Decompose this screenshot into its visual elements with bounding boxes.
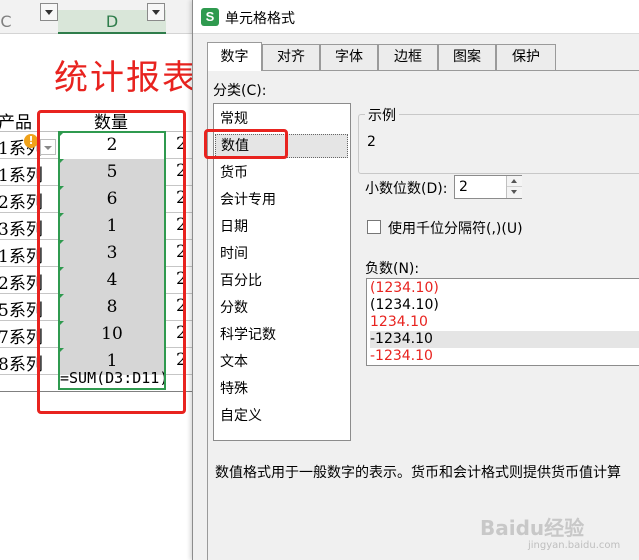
category-item[interactable]: 科学记数 — [220, 324, 276, 344]
tab-pattern[interactable]: 图案 — [438, 44, 496, 71]
wps-sheet-icon: S — [201, 8, 219, 26]
category-item[interactable]: 常规 — [220, 108, 248, 128]
baidu-watermark: Baidu经验 — [480, 516, 585, 540]
sample-value: 2 — [367, 134, 376, 150]
category-item[interactable]: 货币 — [220, 162, 248, 182]
highlight-box-quantity — [37, 110, 186, 414]
category-item[interactable]: 时间 — [220, 243, 248, 263]
decimal-places-label: 小数位数(D): — [365, 181, 448, 197]
column-header-c[interactable]: C — [0, 10, 16, 34]
format-cells-dialog: S 单元格格式 数字 对齐 字体 边框 图案 保护 分类(C): 常规 数值 货币会… — [192, 0, 639, 560]
tab-alignment[interactable]: 对齐 — [262, 44, 320, 71]
tab-number[interactable]: 数字 — [207, 42, 262, 71]
category-item[interactable]: 会计专用 — [220, 189, 276, 209]
sample-group — [358, 114, 639, 174]
format-description: 数值格式用于一般数字的表示。货币和会计格式则提供货币值计算 — [215, 465, 621, 481]
category-item[interactable]: 日期 — [220, 216, 248, 236]
category-label: 分类(C): — [213, 83, 267, 99]
header-product: 产品 — [0, 113, 32, 133]
thousands-separator-label[interactable]: 使用千位分隔符(,)(U) — [388, 218, 523, 238]
negative-format-option[interactable]: (1234.10) — [370, 297, 639, 314]
number-as-text-indicator-icon — [59, 159, 64, 164]
number-as-text-indicator-icon — [59, 294, 64, 299]
filter-dropdown-product[interactable] — [40, 3, 58, 21]
tab-border[interactable]: 边框 — [378, 44, 438, 71]
negative-format-option[interactable]: -1234.10 — [370, 331, 639, 348]
number-as-text-indicator-icon — [59, 348, 64, 353]
negative-numbers-list[interactable]: (1234.10) (1234.10) 1234.10 -1234.10 -1234.1… — [366, 278, 639, 366]
decimal-places-spinner — [506, 176, 522, 198]
baidu-watermark-url: jingyan.baidu.com — [528, 540, 621, 551]
category-item[interactable]: 百分比 — [220, 270, 262, 290]
negative-format-option[interactable]: 1234.10 — [370, 314, 639, 331]
number-as-text-indicator-icon — [59, 321, 64, 326]
spin-up-icon[interactable] — [507, 176, 522, 187]
number-as-text-indicator-icon — [59, 186, 64, 191]
number-as-text-indicator-icon — [59, 240, 64, 245]
thousands-separator-checkbox[interactable] — [367, 220, 381, 234]
negative-numbers-label: 负数(N): — [365, 261, 420, 277]
sample-label: 示例 — [365, 105, 399, 125]
category-item[interactable]: 文本 — [220, 351, 248, 371]
report-title: 统计报表 — [54, 58, 198, 98]
number-as-text-indicator-icon — [59, 267, 64, 272]
number-as-text-indicator-icon — [59, 213, 64, 218]
tab-protection[interactable]: 保护 — [496, 44, 556, 71]
dialog-title: 单元格格式 — [225, 11, 295, 27]
category-item[interactable]: 特殊 — [220, 378, 248, 398]
warning-icon[interactable]: ! — [24, 134, 38, 148]
category-item[interactable]: 自定义 — [220, 405, 262, 425]
category-item[interactable]: 分数 — [220, 297, 248, 317]
number-as-text-indicator-icon — [59, 132, 64, 137]
negative-format-option[interactable]: -1234.10 — [370, 348, 639, 365]
dialog-titlebar[interactable]: S 单元格格式 — [193, 0, 639, 34]
filter-dropdown-quantity[interactable] — [147, 3, 165, 21]
tab-font[interactable]: 字体 — [320, 44, 378, 71]
spin-down-icon[interactable] — [507, 187, 522, 198]
negative-format-option[interactable]: (1234.10) — [370, 280, 639, 297]
highlight-box-category — [204, 129, 288, 159]
spreadsheet-area: C D 统计报表 产品 数量 1系列 2 2 1系列 5 2 2系列 6 2 3系列 1 2 1系列 3 2… — [0, 0, 200, 560]
